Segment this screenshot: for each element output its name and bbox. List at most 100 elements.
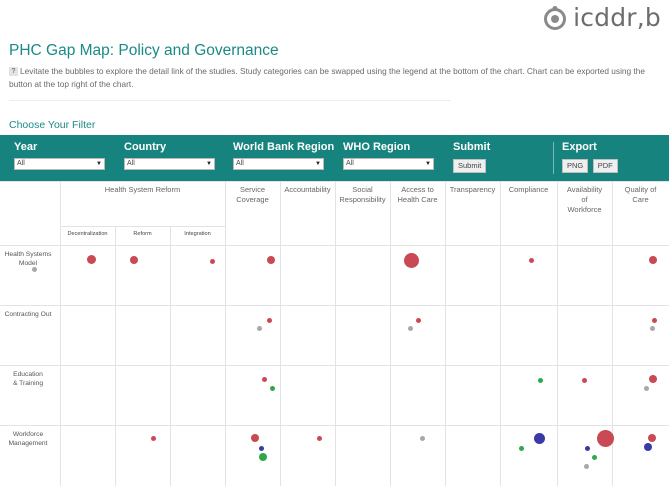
chevron-down-icon: ▼ [425, 161, 431, 167]
study-bubble[interactable] [209, 258, 215, 264]
study-bubble[interactable] [86, 254, 96, 264]
grid-hline [60, 226, 225, 227]
year-select-value: All [17, 160, 25, 167]
study-bubble[interactable] [415, 317, 421, 323]
icddrb-logo-icon [544, 5, 567, 30]
study-bubble[interactable] [419, 435, 425, 441]
grid-vline [557, 181, 558, 486]
who-region-select[interactable]: All ▼ [343, 158, 434, 170]
column-header-access-to-health-care: Access to Health Care [397, 185, 438, 204]
column-header-transparency: Transparency [449, 185, 496, 194]
study-bubble[interactable] [407, 325, 413, 331]
export-divider [553, 142, 554, 174]
grid-hline [0, 181, 669, 182]
gap-map-chart: Health System Reform Decentralization Re… [0, 181, 669, 486]
world-bank-region-filter: World Bank Region All ▼ [233, 141, 334, 170]
study-bubble[interactable] [266, 317, 272, 323]
country-filter: Country All ▼ [124, 141, 215, 170]
grid-vline [115, 226, 116, 486]
who-region-filter: WHO Region All ▼ [343, 141, 434, 170]
study-bubble[interactable] [269, 385, 275, 391]
submit-group: Submit Submit [453, 141, 490, 173]
grid-hline [0, 305, 669, 306]
study-bubble[interactable] [583, 463, 589, 469]
column-header-accountability: Accountability [284, 185, 331, 194]
export-png-button[interactable]: PNG [562, 159, 589, 173]
row-label-education-training: Education & Training [12, 371, 44, 387]
grid-vline [335, 181, 336, 486]
submit-label: Submit [453, 141, 491, 153]
export-group: Export PNG PDF [562, 141, 618, 173]
filter-bar: Year All ▼ Country All ▼ World Bank Regi… [0, 135, 669, 181]
grid-hline [0, 245, 669, 246]
world-bank-region-select[interactable]: All ▼ [233, 158, 324, 170]
column-header-quality-of-care: Quality of Care [624, 185, 657, 204]
logo-text: icddr,b [573, 3, 661, 32]
divider [9, 100, 451, 101]
country-label: Country [124, 141, 167, 153]
grid-vline [445, 181, 446, 486]
study-bubble[interactable] [150, 435, 156, 441]
study-bubble[interactable] [591, 454, 597, 460]
help-text-block: ? Levitate the bubbles to explore the det… [9, 65, 661, 90]
study-bubble[interactable] [518, 445, 524, 451]
grid-vline [170, 226, 171, 486]
column-header-availability-of-workforce: Availability of Workforce [566, 185, 603, 214]
study-bubble[interactable] [651, 317, 657, 323]
help-icon: ? [9, 67, 18, 77]
year-label: Year [14, 141, 38, 153]
study-bubble[interactable] [581, 377, 587, 383]
year-select[interactable]: All ▼ [14, 158, 105, 170]
study-bubble[interactable] [649, 375, 657, 383]
group-header: Health System Reform [104, 185, 181, 194]
grid-vline [280, 181, 281, 486]
grid-hline [0, 365, 669, 366]
export-label: Export [562, 141, 597, 153]
export-pdf-button[interactable]: PDF [592, 159, 618, 173]
study-bubble[interactable] [259, 453, 267, 461]
column-header-social-responsibility: Social Responsibility [339, 185, 386, 204]
study-bubble[interactable] [267, 256, 275, 264]
country-select-value: All [127, 160, 135, 167]
row-label-workforce-management: Workforce Management [8, 431, 48, 447]
year-filter: Year All ▼ [14, 141, 105, 170]
row-label-contracting-out: Contracting Out [4, 311, 52, 318]
study-bubble[interactable] [403, 252, 419, 268]
grid-hline [0, 425, 669, 426]
study-bubble[interactable] [644, 443, 652, 451]
filter-section-title: Choose Your Filter [9, 119, 96, 131]
study-bubble[interactable] [643, 385, 649, 391]
column-header-compliance: Compliance [508, 185, 549, 194]
study-bubble[interactable] [596, 429, 614, 447]
study-bubble[interactable] [648, 434, 656, 442]
help-text: Levitate the bubbles to explore the deta… [9, 66, 645, 89]
sub-header-decentralization: Decentralization [67, 231, 108, 237]
sub-header-integration: Integration [184, 231, 211, 237]
study-bubble[interactable] [130, 256, 138, 264]
who-region-label: WHO Region [343, 141, 411, 153]
submit-button[interactable]: Submit [453, 159, 487, 173]
grid-vline [390, 181, 391, 486]
study-bubble[interactable] [256, 325, 262, 331]
study-bubble[interactable] [31, 266, 37, 272]
world-bank-region-select-value: All [236, 160, 244, 167]
grid-vline [225, 181, 226, 486]
world-bank-region-label: World Bank Region [233, 141, 335, 153]
study-bubble[interactable] [649, 256, 657, 264]
study-bubble[interactable] [258, 445, 264, 451]
who-region-select-value: All [346, 160, 354, 167]
study-bubble[interactable] [528, 257, 534, 263]
chevron-down-icon: ▼ [206, 161, 212, 167]
page-title: PHC Gap Map: Policy and Governance [9, 42, 279, 59]
study-bubble[interactable] [537, 377, 543, 383]
icddrb-logo: icddr,b [541, 3, 661, 32]
study-bubble[interactable] [533, 432, 545, 444]
column-header-service-coverage: Service Coverage [236, 185, 269, 204]
study-bubble[interactable] [251, 434, 259, 442]
study-bubble[interactable] [316, 435, 322, 441]
country-select[interactable]: All ▼ [124, 158, 215, 170]
chevron-down-icon: ▼ [315, 161, 321, 167]
study-bubble[interactable] [649, 325, 655, 331]
study-bubble[interactable] [584, 445, 590, 451]
study-bubble[interactable] [261, 376, 267, 382]
